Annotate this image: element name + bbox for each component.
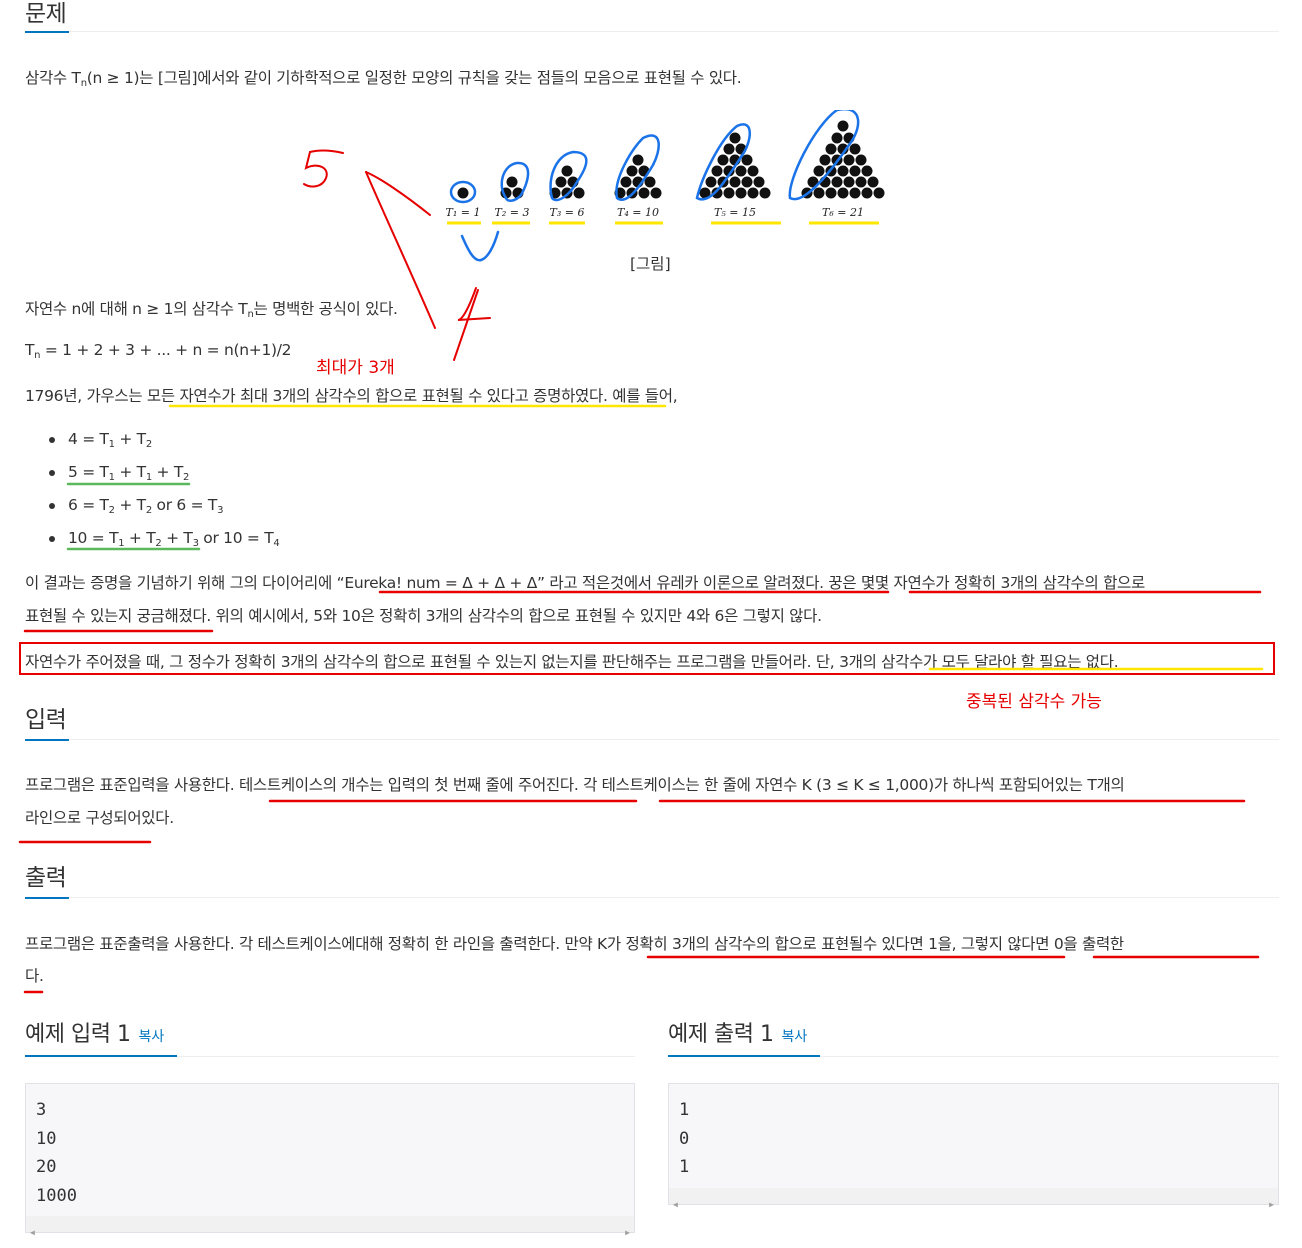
figure-label: T₆ = 21 — [822, 206, 864, 219]
figure-label: T₁ = 1 — [446, 206, 481, 219]
copy-output-button[interactable]: 복사 — [781, 1029, 807, 1045]
figure-label: T₄ = 10 — [617, 206, 659, 219]
input-description-line1: 프로그램은 표준입력을 사용한다. 테스트케이스의 개수는 입력의 첫 번째 줄… — [25, 776, 1125, 794]
formula-intro: 자연수 n에 대해 n ≥ 1의 삼각수 Tn는 명백한 공식이 있다. — [25, 300, 398, 320]
section-title-input: 입력 — [25, 707, 67, 733]
problem-intro: 삼각수 Tn(n ≥ 1)는 [그림]에서와 같이 기하학적으로 일정한 모양의… — [25, 69, 742, 89]
sample-line: 1 — [679, 1157, 690, 1177]
formula: Tn = 1 + 2 + 3 + ... + n = n(n+1)/2 — [25, 341, 292, 361]
output-description-line1: 프로그램은 표준출력을 사용한다. 각 테스트케이스에대해 정확히 한 라인을 … — [25, 935, 1124, 953]
scroll-left-arrow-icon[interactable]: ◀ — [673, 1191, 678, 1220]
sample-line: 20 — [36, 1157, 57, 1177]
eureka-paragraph-line1: 이 결과는 증명을 기념하기 위해 그의 다이어리에 “Eureka! num … — [25, 574, 1145, 592]
figure-label: T₂ = 3 — [495, 206, 530, 219]
section-underline — [25, 897, 69, 899]
output-description-line2: 다. — [25, 967, 44, 985]
list-item: 4 = T1 + T2 — [25, 425, 279, 458]
blue-checkmark — [460, 230, 500, 262]
figure-label: T₅ = 15 — [714, 206, 756, 219]
section-underline — [25, 31, 69, 33]
scroll-right-arrow-icon[interactable]: ▶ — [625, 1219, 630, 1248]
handwritten-five — [303, 149, 344, 188]
section-divider — [25, 739, 1279, 740]
sample-line: 1000 — [36, 1185, 77, 1206]
annotation-duplicates-allowed: 중복된 삼각수 가능 — [966, 692, 1102, 712]
sample-line: 3 — [36, 1100, 47, 1120]
section-underline — [25, 739, 69, 741]
sample-input-title: 예제 입력 1 복사 — [25, 1022, 165, 1047]
figure-label: T₃ = 6 — [550, 206, 585, 219]
scroll-left-arrow-icon[interactable]: ◀ — [30, 1219, 35, 1248]
examples-list: 4 = T1 + T2 5 = T1 + T1 + T2 6 = T2 + T2… — [25, 425, 280, 557]
annotation-arrow — [365, 171, 431, 216]
section-divider — [25, 31, 1279, 32]
section-underline — [668, 1055, 820, 1057]
section-title-problem: 문제 — [25, 1, 67, 27]
section-divider — [25, 897, 1279, 898]
figure-caption: [그림] — [630, 255, 671, 273]
input-description-line2: 라인으로 구성되어있다. — [25, 809, 174, 827]
sample-line: 10 — [36, 1128, 57, 1149]
annotation-max-three: 최대가 3개 — [316, 358, 395, 378]
triangular-numbers-figure: T₁ = 1 T₂ = 3 T₃ = 6 T₄ = 10 T₅ = 15 T₆ … — [446, 110, 885, 225]
list-item: 10 = T1 + T2 + T3 or 10 = T4 — [25, 524, 280, 557]
sample-output-box[interactable]: 1 0 1 ◀ ▶ — [668, 1083, 1279, 1209]
horizontal-scrollbar[interactable]: ◀ ▶ — [26, 1216, 634, 1237]
list-item: 6 = T2 + T2 or 6 = T3 — [25, 491, 279, 524]
section-underline — [25, 1055, 177, 1057]
gauss-theorem: 1796년, 가우스는 모든 자연수가 최대 3개의 삼각수의 합으로 표현될 … — [25, 387, 678, 405]
handwritten-four — [453, 289, 479, 361]
handwritten-four — [457, 287, 491, 321]
section-title-output: 출력 — [25, 865, 67, 891]
sample-output-title: 예제 출력 1 복사 — [668, 1022, 808, 1047]
task-statement: 자연수가 주어졌을 때, 그 정수가 정확히 3개의 삼각수의 합으로 표현될 … — [25, 653, 1119, 671]
sample-line: 1 — [679, 1100, 690, 1120]
sample-input-box[interactable]: 3 10 20 1000 ◀ ▶ — [25, 1083, 635, 1237]
copy-input-button[interactable]: 복사 — [138, 1029, 164, 1045]
horizontal-scrollbar[interactable]: ◀ ▶ — [669, 1188, 1278, 1209]
list-item: 5 = T1 + T1 + T2 — [25, 458, 279, 491]
scroll-right-arrow-icon[interactable]: ▶ — [1269, 1191, 1274, 1220]
sample-line: 0 — [679, 1128, 690, 1149]
eureka-paragraph-line2: 표현될 수 있는지 궁금해졌다. 위의 예시에서, 5와 10은 정확히 3개의… — [25, 607, 822, 625]
